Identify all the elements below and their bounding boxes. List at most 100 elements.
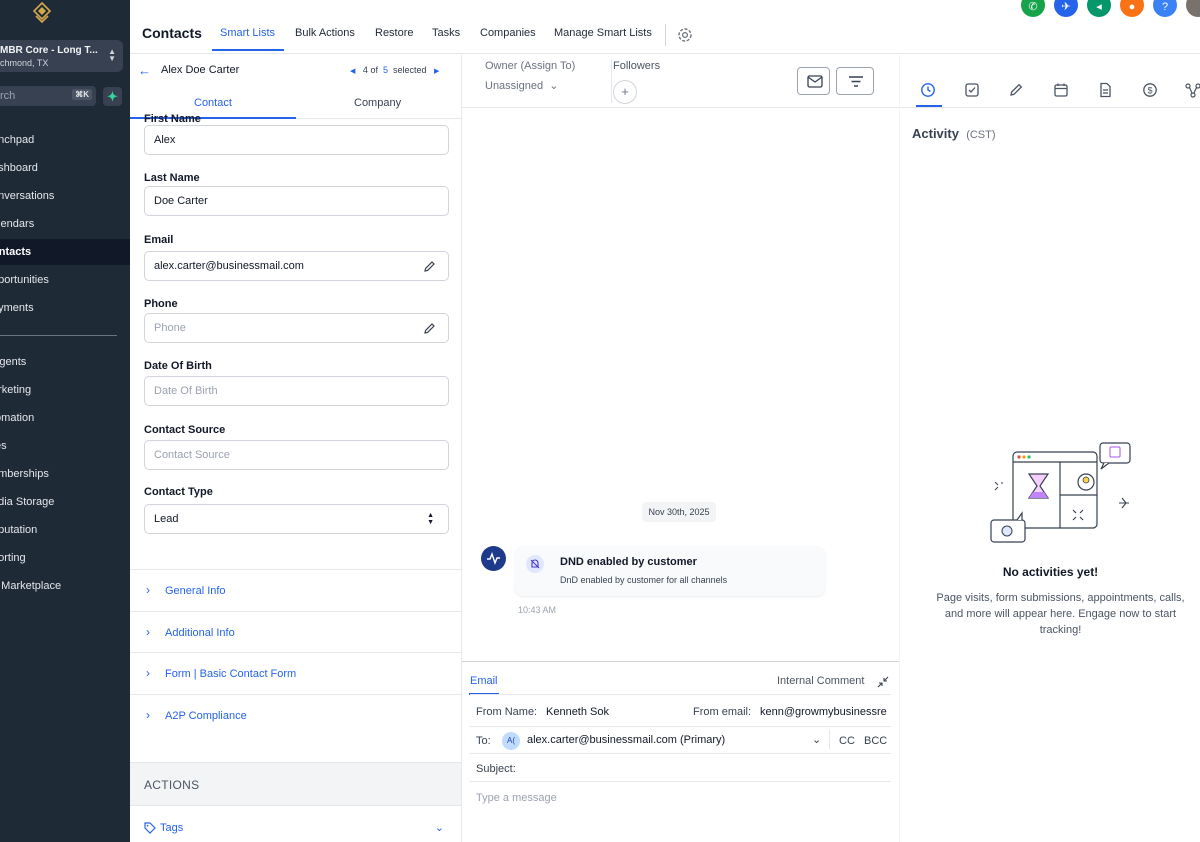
- section-a2p-compliance[interactable]: › A2P Compliance: [130, 694, 461, 736]
- sidebar-item-ai-agents[interactable]: Agents: [0, 349, 130, 375]
- sidebar-item-reporting[interactable]: porting: [0, 545, 130, 571]
- last-name-field[interactable]: Doe Carter: [144, 186, 449, 216]
- followers-label: Followers: [613, 60, 661, 72]
- dob-field[interactable]: Date Of Birth: [144, 376, 449, 406]
- task-check-icon[interactable]: [964, 82, 980, 98]
- megaphone-icon[interactable]: ◂: [1087, 0, 1111, 17]
- section-additional-info[interactable]: › Additional Info: [130, 611, 461, 653]
- tab-bulk-actions[interactable]: Bulk Actions: [295, 27, 355, 39]
- contact-name: Alex Doe Carter: [161, 64, 240, 76]
- email-value: alex.carter@businessmail.com: [154, 260, 304, 272]
- tag-icon: [144, 822, 156, 834]
- first-name-field[interactable]: Alex: [144, 125, 449, 155]
- phone-field[interactable]: Phone: [144, 313, 449, 343]
- chevron-down-icon[interactable]: ⌄: [812, 733, 821, 746]
- sidebar-item-opportunities[interactable]: pportunities: [0, 267, 130, 293]
- cc-button[interactable]: CC: [839, 735, 855, 747]
- sidebar-item-app-marketplace[interactable]: p Marketplace: [0, 573, 130, 599]
- sidebar-item-payments[interactable]: ayments: [0, 295, 130, 321]
- owner-label: Owner (Assign To): [485, 60, 576, 72]
- message-input[interactable]: Type a message: [476, 792, 557, 804]
- section-general-info[interactable]: › General Info: [130, 569, 461, 611]
- collapse-icon[interactable]: [877, 676, 889, 688]
- sidebar-item-media-storage[interactable]: edia Storage: [0, 489, 130, 515]
- dollar-icon[interactable]: $: [1142, 82, 1158, 98]
- back-arrow-icon[interactable]: ←: [138, 63, 151, 78]
- sidebar-item-conversations[interactable]: onversations: [0, 183, 130, 209]
- help-icon[interactable]: ?: [1153, 0, 1177, 17]
- svg-text:$: $: [1147, 85, 1152, 95]
- section-label: Additional Info: [165, 627, 235, 639]
- event-title: DND enabled by customer: [560, 556, 697, 568]
- section-basic-contact-form[interactable]: › Form | Basic Contact Form: [130, 652, 461, 694]
- to-recipient[interactable]: alex.carter@businessmail.com (Primary): [527, 734, 725, 746]
- calendar-icon[interactable]: [1053, 82, 1069, 98]
- pulse-icon: [487, 551, 500, 566]
- bcc-button[interactable]: BCC: [864, 735, 887, 747]
- rocket-icon[interactable]: ✈: [1054, 0, 1078, 17]
- sidebar-item-automation[interactable]: tomation: [0, 405, 130, 431]
- tab-company[interactable]: Company: [354, 97, 401, 109]
- tab-restore[interactable]: Restore: [375, 27, 414, 39]
- quick-add-button[interactable]: ✦: [103, 87, 122, 106]
- chevron-down-icon: ⌄: [546, 80, 559, 92]
- tab-email[interactable]: Email: [470, 675, 498, 687]
- last-name-label: Last Name: [144, 172, 200, 184]
- location-switcher[interactable]: MBR Core - Long T... chmond, TX ▲ ▼: [0, 40, 123, 72]
- chevron-right-icon: ›: [146, 666, 150, 680]
- phone-icon[interactable]: ✆: [1021, 0, 1045, 17]
- pager-current: 4: [362, 65, 368, 75]
- tab-smart-lists[interactable]: Smart Lists: [220, 27, 275, 39]
- pager-selected: selected: [393, 65, 427, 75]
- sidebar-item-label: arketing: [0, 384, 32, 396]
- pencil-icon[interactable]: [423, 260, 436, 273]
- composer-divider: [470, 753, 891, 754]
- tab-tasks[interactable]: Tasks: [432, 27, 460, 39]
- location-name: MBR Core - Long T...: [0, 45, 98, 56]
- pencil-icon[interactable]: [423, 322, 436, 335]
- contact-source-field[interactable]: Contact Source: [144, 440, 449, 470]
- sidebar-item-sites[interactable]: tes: [0, 433, 130, 459]
- tab-manage-smart-lists[interactable]: Manage Smart Lists: [554, 27, 652, 39]
- email-filter-button[interactable]: [797, 67, 830, 95]
- filter-icon: [849, 76, 863, 87]
- tags-section[interactable]: Tags ⌄: [130, 810, 461, 842]
- sidebar-item-label: ashboard: [0, 162, 38, 174]
- owner-select[interactable]: Unassigned ⌄: [485, 79, 558, 92]
- email-field[interactable]: alex.carter@businessmail.com: [144, 251, 449, 281]
- tab-internal-comment[interactable]: Internal Comment: [777, 675, 864, 687]
- tab-separator: [665, 24, 666, 46]
- sidebar-item-reputation[interactable]: eputation: [0, 517, 130, 543]
- prev-record-icon[interactable]: ◀: [350, 68, 355, 75]
- bell-icon[interactable]: ●: [1120, 0, 1144, 17]
- sidebar-item-contacts[interactable]: ontacts: [0, 239, 130, 265]
- add-follower-button[interactable]: +: [613, 80, 637, 104]
- activity-clock-icon[interactable]: [920, 82, 936, 98]
- document-icon[interactable]: [1097, 82, 1113, 98]
- next-record-icon[interactable]: ▶: [434, 68, 439, 75]
- filter-button[interactable]: [836, 67, 874, 95]
- sidebar-item-launchpad[interactable]: unchpad: [0, 127, 130, 153]
- brand-logo: [32, 2, 52, 24]
- dnd-event-card: DND enabled by customer DnD enabled by c…: [515, 546, 825, 596]
- sidebar-search-input[interactable]: rch ⌘K: [0, 86, 96, 106]
- search-placeholder: rch: [0, 90, 16, 102]
- notes-pencil-icon[interactable]: [1008, 82, 1024, 98]
- from-name-value[interactable]: Kenneth Sok: [546, 706, 609, 718]
- user-avatar[interactable]: [1186, 0, 1200, 17]
- owner-value: Unassigned: [485, 80, 544, 92]
- sidebar-item-calendars[interactable]: alendars: [0, 211, 130, 237]
- sidebar-item-memberships[interactable]: emberships: [0, 461, 130, 487]
- search-shortcut-badge: ⌘K: [72, 89, 92, 100]
- sidebar-item-dashboard[interactable]: ashboard: [0, 155, 130, 181]
- sidebar-item-label: ontacts: [0, 246, 32, 258]
- contact-type-select[interactable]: Lead ▲ ▼: [144, 504, 449, 534]
- activity-panel: $ Activity (CST) No activities yet! Page…: [899, 55, 1200, 842]
- tab-contact[interactable]: Contact: [194, 97, 232, 109]
- gear-icon[interactable]: [676, 26, 694, 44]
- tab-companies[interactable]: Companies: [480, 27, 536, 39]
- from-email-value[interactable]: kenn@growmybusinessre: [760, 706, 891, 718]
- workflow-icon[interactable]: [1185, 82, 1200, 98]
- composer-divider: [470, 726, 891, 727]
- sidebar-item-marketing[interactable]: arketing: [0, 377, 130, 403]
